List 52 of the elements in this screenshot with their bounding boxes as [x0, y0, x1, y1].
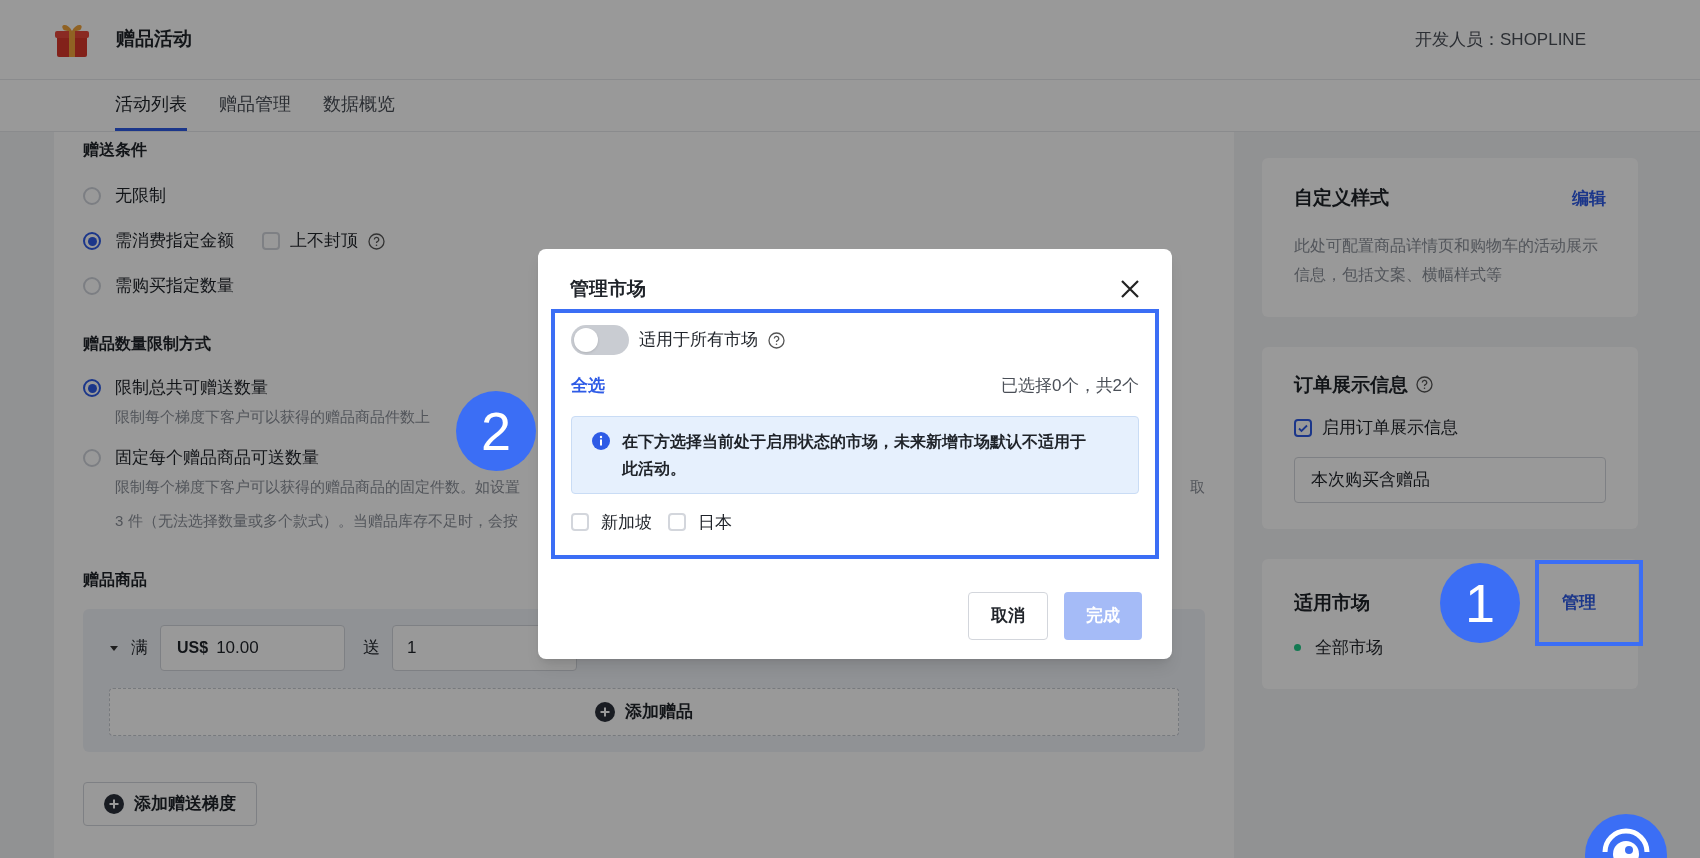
option-description: 限制每个梯度下客户可以获得的赠品商品件数上: [115, 406, 430, 427]
close-icon[interactable]: [1120, 279, 1140, 299]
option-description: 取: [1190, 476, 1205, 497]
caret-icon[interactable]: [109, 643, 119, 653]
market-option-label: 日本: [698, 511, 732, 534]
checkbox-label: 上不封顶: [290, 230, 358, 253]
dialog-title: 管理市场: [570, 276, 646, 301]
market-label: 全部市场: [1315, 637, 1383, 659]
add-tier-button[interactable]: 添加赠送梯度: [83, 782, 257, 826]
support-icon[interactable]: [1585, 814, 1667, 858]
checkbox[interactable]: [1294, 418, 1312, 437]
section-heading: 赠品商品: [83, 570, 147, 590]
selection-count: 已选择0个，共2个: [1001, 375, 1139, 397]
radio-label: 固定每个赠品商品可送数量: [115, 447, 319, 470]
add-gift-button[interactable]: 添加赠品: [109, 688, 1179, 736]
radio-button[interactable]: [83, 379, 101, 397]
notice-text: 在下方选择当前处于启用状态的市场，未来新增市场默认不适用于此活动。: [622, 431, 1087, 479]
tab[interactable]: 赠品管理: [219, 80, 291, 131]
section-heading: 赠品数量限制方式: [83, 334, 211, 354]
info-icon: [592, 431, 610, 450]
toggle-switch[interactable]: [571, 325, 629, 355]
radio-button[interactable]: [83, 232, 101, 250]
tab[interactable]: 数据概览: [323, 80, 395, 131]
select-all-link[interactable]: 全选: [571, 373, 605, 399]
radio-label: 无限制: [115, 185, 166, 208]
radio-label: 需购买指定数量: [115, 275, 234, 298]
toggle-label: 适用于所有市场: [639, 329, 758, 352]
amount-field[interactable]: US$ 10.00: [160, 625, 345, 671]
cancel-button[interactable]: 取消: [968, 592, 1048, 640]
tier-prefix: 满: [131, 637, 148, 660]
plus-icon: [104, 794, 124, 814]
market-option-label: 新加坡: [601, 511, 652, 534]
checkbox-label: 启用订单展示信息: [1322, 417, 1458, 439]
card-title: 订单展示信息: [1294, 372, 1408, 397]
help-icon: [1416, 376, 1433, 394]
card-title: 适用市场: [1294, 590, 1370, 615]
app-title: 赠品活动: [116, 27, 192, 52]
help-icon: [368, 232, 385, 250]
radio-label: 需消费指定金额: [115, 230, 234, 253]
help-icon: [768, 331, 785, 349]
plus-icon: [595, 702, 615, 722]
radio-label: 限制总共可赠送数量: [115, 377, 268, 400]
developer-label: 开发人员：SHOPLINE: [1415, 28, 1586, 51]
display-text-field[interactable]: 本次购买含赠品: [1294, 456, 1606, 503]
manage-link[interactable]: 管理: [1562, 590, 1596, 616]
card-title: 自定义样式: [1294, 186, 1389, 210]
edit-link[interactable]: 编辑: [1572, 185, 1606, 211]
section-heading: 赠送条件: [83, 140, 147, 160]
card-description: 此处可配置商品详情页和购物车的活动展示信息，包括文案、横幅样式等: [1294, 235, 1599, 285]
give-label: 送: [363, 637, 380, 660]
option-description: 3 件（无法选择数量或多个款式）。当赠品库存不足时，会按: [115, 510, 518, 531]
option-description: 限制每个梯度下客户可以获得的赠品商品的固定件数。如设置: [115, 476, 520, 497]
